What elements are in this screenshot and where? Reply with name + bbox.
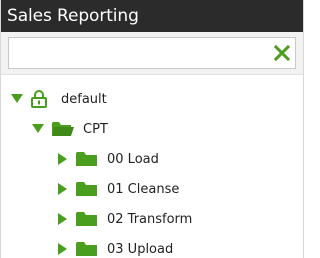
tree-node-default[interactable]: default — [11, 87, 107, 111]
tree-node-label: default — [61, 91, 107, 107]
tree-node-01-cleanse[interactable]: 01 Cleanse — [58, 177, 179, 201]
folder-icon — [76, 151, 98, 167]
panel-header: Sales Reporting — [1, 0, 303, 32]
folder-icon — [76, 181, 98, 197]
expand-arrow-down-icon[interactable] — [11, 94, 23, 104]
tree-node-00-load[interactable]: 00 Load — [58, 147, 159, 171]
tree-node-02-transform[interactable]: 02 Transform — [58, 207, 192, 231]
tree-node-label: 03 Upload — [107, 241, 174, 257]
sales-reporting-panel: Sales Reporting default CPT 00 Load 01 C… — [0, 0, 304, 258]
tree-node-label: CPT — [83, 121, 108, 137]
folder-open-icon — [52, 121, 74, 137]
tree-node-03-upload[interactable]: 03 Upload — [58, 237, 173, 258]
expand-arrow-down-icon[interactable] — [32, 124, 44, 134]
search-input[interactable] — [8, 37, 296, 69]
folder-icon — [76, 241, 98, 257]
expand-arrow-right-icon[interactable] — [58, 213, 68, 225]
tree-node-label: 01 Cleanse — [107, 181, 180, 197]
lock-icon — [31, 90, 47, 108]
expand-arrow-right-icon[interactable] — [58, 243, 68, 255]
panel-title: Sales Reporting — [7, 6, 139, 26]
folder-icon — [76, 211, 98, 227]
tree-node-cpt[interactable]: CPT — [32, 117, 108, 141]
tree-node-label: 00 Load — [107, 151, 159, 167]
search-row — [1, 32, 303, 75]
expand-arrow-right-icon[interactable] — [58, 183, 68, 195]
expand-arrow-right-icon[interactable] — [58, 153, 68, 165]
close-icon[interactable] — [273, 44, 291, 62]
tree-node-label: 02 Transform — [107, 211, 193, 227]
